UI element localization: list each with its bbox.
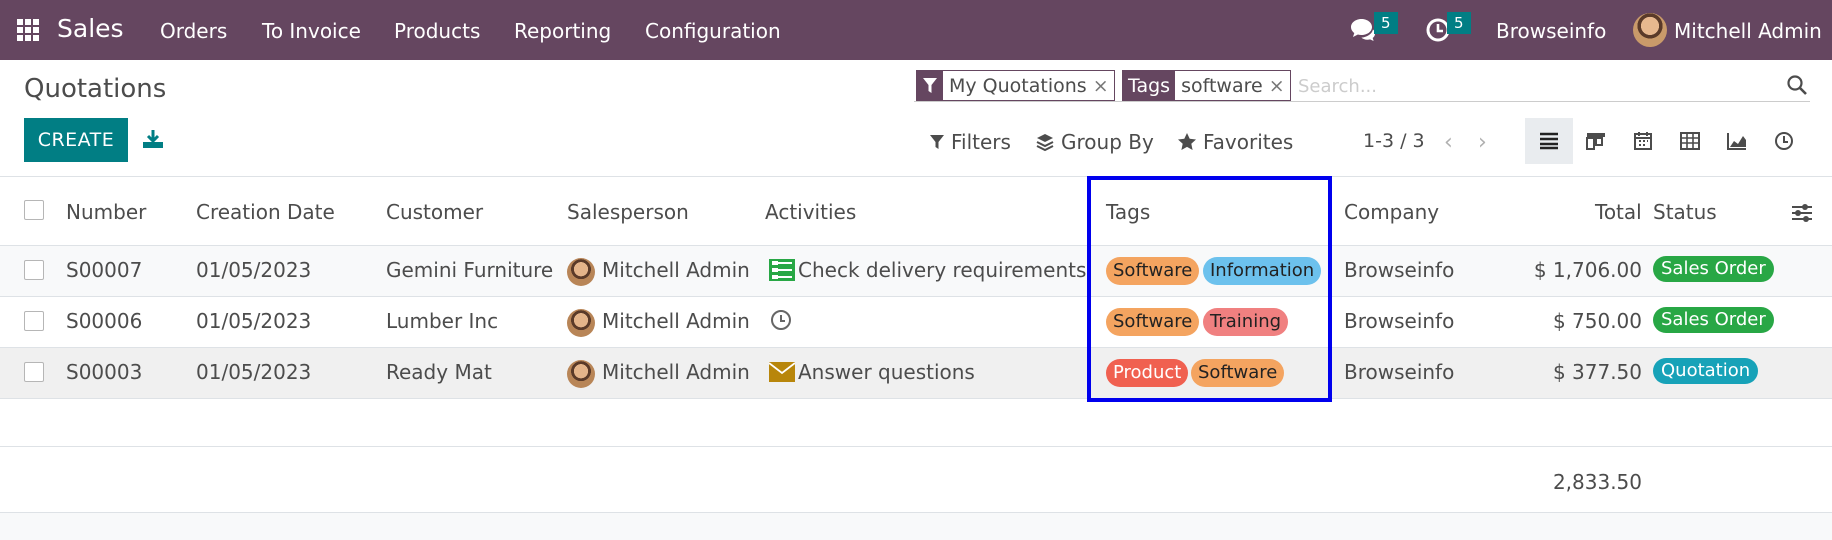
column-header-salesperson[interactable]: Salesperson — [567, 200, 689, 224]
activities-count-badge: 5 — [1447, 12, 1471, 34]
company-name: Browseinfo — [1344, 360, 1455, 384]
salesperson-avatar — [567, 360, 595, 388]
table-row[interactable]: S00003 01/05/2023 Ready Mat Mitchell Adm… — [0, 348, 1832, 398]
menu-to-invoice[interactable]: To Invoice — [262, 19, 361, 43]
status-badge: Sales Order — [1653, 307, 1774, 333]
facet-value: My Quotations — [949, 74, 1087, 97]
group-by-button[interactable]: Group By — [1035, 130, 1154, 154]
create-button[interactable]: CREATE — [24, 118, 128, 162]
pager-value[interactable]: 1-3 / 3 — [1363, 130, 1425, 152]
column-header-status[interactable]: Status — [1653, 200, 1717, 224]
creation-date: 01/05/2023 — [196, 360, 312, 384]
creation-date: 01/05/2023 — [196, 309, 312, 333]
menu-orders[interactable]: Orders — [160, 19, 227, 43]
row-checkbox[interactable] — [24, 362, 44, 382]
column-header-creation-date[interactable]: Creation Date — [196, 200, 335, 224]
user-avatar[interactable] — [1633, 13, 1667, 47]
pivot-view-icon[interactable] — [1666, 118, 1714, 164]
menu-reporting[interactable]: Reporting — [514, 19, 611, 43]
filter-icon — [917, 71, 943, 100]
clock-icon[interactable] — [770, 309, 796, 331]
optional-columns-icon[interactable] — [1791, 203, 1813, 223]
salesperson-name: Mitchell Admin — [602, 360, 750, 384]
customer-name: Gemini Furniture — [386, 258, 554, 282]
top-navbar: Sales Orders To Invoice Products Reporti… — [0, 0, 1832, 60]
layers-icon — [1036, 134, 1054, 152]
facet-value: software — [1181, 74, 1263, 97]
column-header-company[interactable]: Company — [1344, 200, 1439, 224]
company-name: Browseinfo — [1344, 309, 1455, 333]
company-name: Browseinfo — [1344, 258, 1455, 282]
favorites-label: Favorites — [1203, 130, 1294, 154]
calendar-view-icon[interactable] — [1619, 118, 1667, 164]
customer-name: Lumber Inc — [386, 309, 499, 333]
apps-menu-icon[interactable] — [17, 19, 39, 41]
list-footer-area — [0, 513, 1832, 540]
row-checkbox[interactable] — [24, 311, 44, 331]
favorites-button[interactable]: Favorites — [1177, 130, 1293, 154]
star-icon — [1178, 133, 1196, 150]
menu-configuration[interactable]: Configuration — [645, 19, 781, 43]
filters-button[interactable]: Filters — [929, 130, 1011, 154]
select-all-checkbox[interactable] — [24, 200, 44, 220]
list-view-icon[interactable] — [1525, 118, 1573, 164]
facet-remove-button[interactable]: × — [1269, 71, 1290, 100]
status-badge: Sales Order — [1653, 256, 1774, 282]
sum-total: 2,833.50 — [1552, 470, 1642, 494]
customer-name: Ready Mat — [386, 360, 492, 384]
order-total: $ 1,706.00 — [1533, 258, 1642, 282]
list-view: Number Creation Date Customer Salesperso… — [0, 176, 1832, 540]
salesperson-avatar — [567, 258, 595, 286]
creation-date: 01/05/2023 — [196, 258, 312, 282]
activity-summary[interactable]: Check delivery requirements — [798, 258, 1086, 282]
facet-my-quotations: My Quotations × — [916, 70, 1115, 101]
filters-label: Filters — [951, 130, 1011, 154]
envelope-icon[interactable] — [769, 362, 795, 384]
order-number: S00007 — [66, 258, 143, 282]
pager-next-icon[interactable]: › — [1478, 130, 1487, 155]
app-brand[interactable]: Sales — [57, 14, 124, 43]
tags-column-highlight — [1087, 176, 1332, 402]
filter-icon — [930, 135, 944, 149]
order-number: S00003 — [66, 360, 143, 384]
column-header-activities[interactable]: Activities — [765, 200, 856, 224]
facet-label: Tags — [1123, 71, 1176, 100]
activity-summary[interactable]: Answer questions — [798, 360, 975, 384]
column-header-customer[interactable]: Customer — [386, 200, 483, 224]
order-total: $ 377.50 — [1552, 360, 1642, 384]
search-bar: My Quotations × Tags software × — [914, 70, 1810, 102]
table-row[interactable]: S00006 01/05/2023 Lumber Inc Mitchell Ad… — [0, 297, 1832, 347]
search-input[interactable] — [1298, 73, 1738, 99]
download-icon[interactable] — [142, 128, 164, 150]
salesperson-avatar — [567, 309, 595, 337]
messages-count-badge: 5 — [1374, 12, 1398, 34]
salesperson-name: Mitchell Admin — [602, 309, 750, 333]
page-title: Quotations — [24, 74, 167, 104]
company-switcher[interactable]: Browseinfo — [1496, 19, 1606, 43]
status-badge: Quotation — [1653, 358, 1759, 384]
order-number: S00006 — [66, 309, 143, 333]
row-checkbox[interactable] — [24, 260, 44, 280]
pager-previous-icon[interactable]: ‹ — [1444, 130, 1453, 155]
facet-remove-button[interactable]: × — [1093, 71, 1114, 100]
chat-icon[interactable] — [1348, 16, 1376, 44]
menu-products[interactable]: Products — [394, 19, 480, 43]
order-total: $ 750.00 — [1552, 309, 1642, 333]
table-row[interactable]: S00007 01/05/2023 Gemini Furniture Mitch… — [0, 246, 1832, 296]
graph-view-icon[interactable] — [1713, 118, 1761, 164]
column-header-number[interactable]: Number — [66, 200, 146, 224]
checklist-icon[interactable] — [769, 259, 795, 281]
search-icon[interactable] — [1786, 74, 1808, 96]
facet-tags: Tags software × — [1122, 70, 1291, 101]
kanban-view-icon[interactable] — [1572, 118, 1620, 164]
activity-view-icon[interactable] — [1760, 118, 1808, 164]
group-by-label: Group By — [1061, 130, 1154, 154]
column-header-total[interactable]: Total — [1595, 200, 1642, 224]
user-menu[interactable]: Mitchell Admin — [1674, 19, 1822, 43]
salesperson-name: Mitchell Admin — [602, 258, 750, 282]
